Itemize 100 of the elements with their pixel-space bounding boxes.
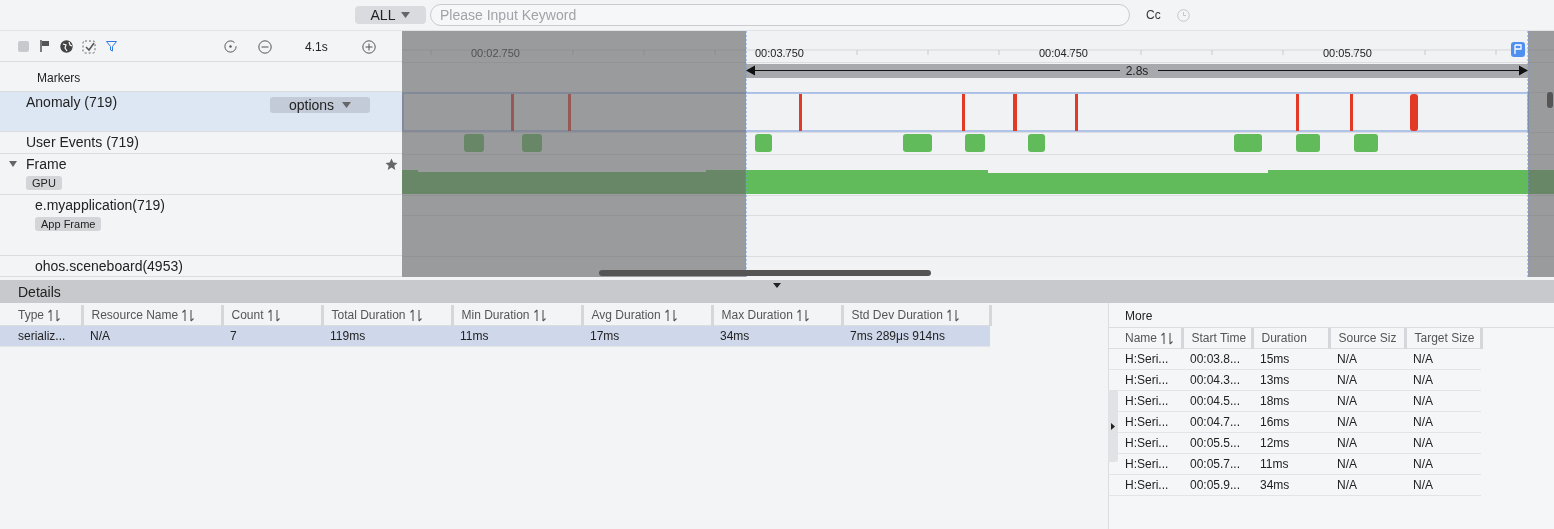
event-block [755, 134, 772, 152]
column-header[interactable]: Duration [1252, 328, 1329, 349]
time-label: 00:03.750 [755, 47, 804, 59]
track-name: ohos.sceneboard(4953) [35, 258, 183, 274]
anomaly-marker [1350, 94, 1353, 131]
time-label: 00:02.750 [471, 47, 520, 59]
table-cell: H:Seri... [1109, 348, 1182, 370]
span-label: 2.8s [1125, 64, 1149, 78]
checkbox-icon[interactable] [18, 41, 29, 52]
scroll-handle[interactable] [1547, 92, 1553, 108]
table-cell: 34ms [712, 325, 842, 347]
track-row[interactable]: Anomaly (719) options [0, 92, 402, 132]
flag-icon[interactable] [1511, 42, 1525, 57]
anomaly-marker [1296, 94, 1299, 131]
table-cell: N/A [1405, 369, 1481, 391]
event-block [1296, 134, 1320, 152]
zoom-out-icon[interactable] [258, 40, 272, 54]
anomaly-marker [1013, 94, 1017, 131]
table-cell: N/A [1405, 432, 1481, 454]
flag-icon[interactable] [40, 40, 50, 52]
sort-icon[interactable] [267, 308, 280, 322]
table-cell: N/A [1405, 453, 1481, 475]
table-cell: 17ms [582, 325, 712, 347]
caret-icon [401, 12, 411, 18]
sort-icon[interactable] [1161, 331, 1173, 345]
table-cell: N/A [1405, 474, 1481, 496]
table-cell: 00:05.7... [1182, 453, 1252, 475]
caret-icon[interactable] [773, 283, 781, 288]
table-cell: N/A [1405, 411, 1481, 433]
table-cell: N/A [1329, 411, 1405, 433]
sort-icon[interactable] [182, 308, 195, 322]
sort-icon[interactable] [533, 308, 546, 322]
match-case-button[interactable]: Cc [1146, 8, 1161, 22]
select-region-icon[interactable] [82, 39, 97, 54]
table-cell: N/A [82, 325, 222, 347]
table-cell: 13ms [1252, 369, 1329, 391]
sort-icon[interactable] [664, 308, 677, 322]
sort-icon[interactable] [946, 308, 959, 322]
event-block [903, 134, 932, 152]
track-name: Anomaly (719) [26, 94, 118, 110]
details-title: Details [18, 283, 61, 300]
zoom-in-icon[interactable] [362, 40, 376, 54]
column-header[interactable]: Start Time [1182, 328, 1252, 349]
anomaly-marker [511, 94, 514, 131]
event-block [1354, 134, 1378, 152]
anomaly-marker [799, 94, 802, 131]
time-label: 00:04.750 [1039, 47, 1088, 59]
track-row[interactable]: User Events (719) [0, 132, 402, 154]
table-cell: 11ms [1252, 453, 1329, 475]
star-icon[interactable] [385, 158, 398, 171]
globe-icon[interactable] [60, 40, 73, 53]
track-tag: GPU [26, 176, 62, 190]
track-name: Frame [26, 156, 67, 172]
caret-icon [342, 102, 352, 108]
track-row[interactable]: Frame GPU [0, 154, 402, 195]
table-cell: 15ms [1252, 348, 1329, 370]
reset-zoom-icon[interactable] [224, 40, 237, 53]
more-title: More [1109, 305, 1554, 328]
search-field[interactable]: Please Input Keyword [430, 4, 1130, 26]
track-tag: App Frame [35, 217, 102, 231]
track-row[interactable]: e.myapplication(719) App Frame [0, 195, 402, 256]
table-cell: N/A [1405, 348, 1481, 370]
track-name: Markers [37, 71, 81, 85]
table-cell: N/A [1329, 348, 1405, 370]
table-cell: 18ms [1252, 390, 1329, 412]
event-block [1234, 134, 1262, 152]
table-cell: 00:05.5... [1182, 432, 1252, 454]
sort-icon[interactable] [48, 308, 60, 322]
collapse-handle[interactable] [1108, 390, 1118, 462]
event-block [522, 134, 542, 152]
event-block [1028, 134, 1045, 152]
sort-icon[interactable] [796, 308, 809, 322]
table-cell: 16ms [1252, 411, 1329, 433]
event-block [965, 134, 985, 152]
anomaly-marker [1410, 94, 1418, 131]
column-header[interactable]: Target Size [1405, 328, 1481, 349]
scope-dropdown[interactable]: ALL [355, 6, 426, 24]
table-cell: N/A [1329, 474, 1405, 496]
zoom-level: 4.1s [305, 40, 328, 54]
table-cell: H:Seri... [1109, 369, 1182, 391]
event-block [464, 134, 484, 152]
caret-icon[interactable] [9, 161, 17, 167]
table-cell: 00:04.5... [1182, 390, 1252, 412]
table-cell: 00:04.3... [1182, 369, 1252, 391]
track-name: e.myapplication(719) [35, 197, 165, 213]
anomaly-marker [1075, 94, 1078, 131]
column-header[interactable]: Source Siz [1329, 328, 1405, 349]
options-dropdown[interactable]: options [270, 97, 370, 113]
table-cell: 00:05.9... [1182, 474, 1252, 496]
table-cell: 00:03.8... [1182, 348, 1252, 370]
table-cell: 12ms [1252, 432, 1329, 454]
table-cell: N/A [1405, 390, 1481, 412]
filter-icon[interactable] [106, 41, 117, 52]
column-header[interactable]: Name [1109, 328, 1182, 349]
table-cell: 7 [222, 325, 322, 347]
track-row[interactable]: ohos.sceneboard(4953) [0, 256, 402, 277]
table-cell: 34ms [1252, 474, 1329, 496]
sort-icon[interactable] [409, 308, 422, 322]
table-cell: serializ... [0, 325, 82, 347]
scrollbar-thumb[interactable] [599, 270, 931, 276]
